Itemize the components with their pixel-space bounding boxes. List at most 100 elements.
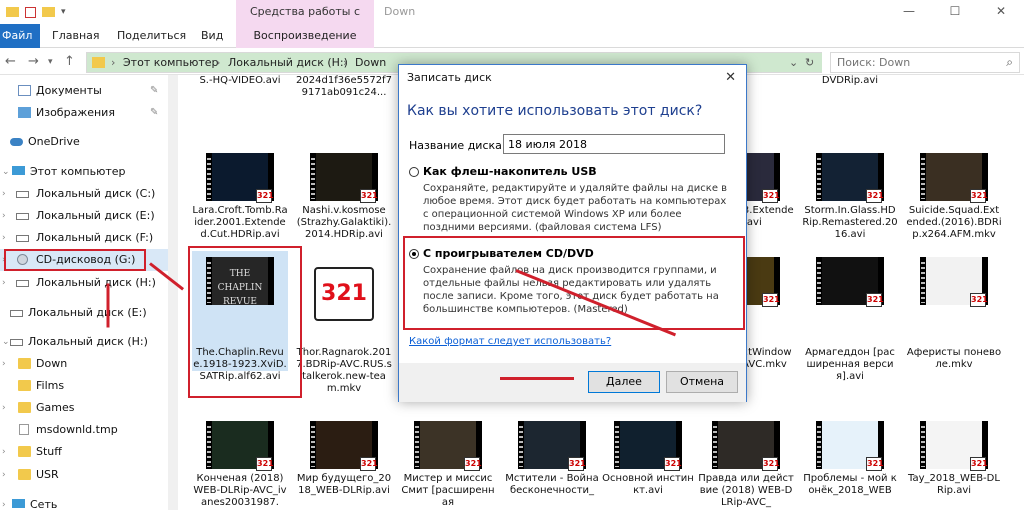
- sidebar-item-drive-e[interactable]: › Локальный диск (E:): [0, 205, 178, 227]
- close-icon[interactable]: ✕: [725, 65, 736, 91]
- pictures-icon: [18, 107, 31, 118]
- breadcrumb-computer[interactable]: Этот компьютер: [123, 56, 219, 69]
- folder-icon: [18, 446, 31, 457]
- file-tile[interactable]: 321 Конченая (2018) WEB-DLRip-AVC_ivanes…: [192, 421, 288, 510]
- context-group-label: Средства работы с видео: [236, 0, 374, 42]
- pin-icon[interactable]: ✎: [150, 80, 158, 102]
- up-arrow-icon[interactable]: ↑: [64, 54, 75, 69]
- media-player-badge-icon: 321: [762, 457, 780, 471]
- sidebar-item-this-pc[interactable]: ⌄ Этот компьютер: [0, 161, 178, 183]
- video-thumbnail: 321: [920, 257, 988, 307]
- title-bar: ▾ Средства работы с видео Down — ☐ ✕: [0, 0, 1024, 42]
- folder-icon: [18, 380, 31, 391]
- chevron-down-icon[interactable]: ▾: [61, 7, 66, 17]
- usb-option-radio[interactable]: [409, 167, 419, 177]
- window-title: Down: [384, 5, 416, 18]
- file-icon: [19, 424, 29, 435]
- sidebar-item-games[interactable]: › Games: [0, 397, 178, 419]
- chevron-down-icon[interactable]: ⌄: [2, 331, 10, 353]
- file-tile[interactable]: 321 Мстители - Война бесконечности_: [504, 421, 600, 510]
- annotation-arrow: [500, 377, 574, 380]
- forward-arrow-icon[interactable]: →: [28, 54, 39, 69]
- file-tile[interactable]: 321 Tay_2018_WEB-DLRip.avi: [906, 421, 1002, 510]
- chevron-right-icon[interactable]: ›: [2, 494, 6, 516]
- media-player-logo-icon: 321: [314, 267, 374, 321]
- sidebar-item-drive-f[interactable]: › Локальный диск (F:): [0, 227, 178, 249]
- chevron-down-icon[interactable]: ⌄: [2, 161, 10, 183]
- chevron-right-icon[interactable]: ›: [2, 183, 6, 205]
- sidebar-item-drive-e-2[interactable]: Локальный диск (E:): [0, 302, 178, 324]
- media-player-badge-icon: 321: [866, 293, 884, 307]
- file-tile[interactable]: 321 Thor.Ragnarok.2017.BDRip-AVC.RUS.sta…: [296, 251, 392, 394]
- chevron-right-icon[interactable]: ›: [2, 441, 6, 463]
- sidebar-item-network[interactable]: › Сеть: [0, 494, 178, 516]
- sidebar-item-onedrive[interactable]: OneDrive: [0, 131, 178, 153]
- sidebar-item-drive-h-2[interactable]: ⌄ Локальный диск (H:): [0, 331, 178, 353]
- disc-name-label: Название диска:: [409, 139, 506, 152]
- media-player-badge-icon: 321: [568, 457, 586, 471]
- file-tile[interactable]: 321 Проблемы - мой конёк_2018_WEB: [802, 421, 898, 510]
- sidebar-item-documents[interactable]: Документы ✎: [0, 80, 178, 102]
- media-player-badge-icon: 321: [866, 457, 884, 471]
- dialog-question: Как вы хотите использовать этот диск?: [407, 103, 703, 119]
- file-tile[interactable]: 321 Мир будущего_2018_WEB-DLRip.avi: [296, 421, 392, 510]
- media-player-badge-icon: 321: [970, 189, 988, 203]
- tab-home[interactable]: Главная: [52, 24, 100, 48]
- search-input[interactable]: [831, 53, 991, 72]
- search-icon[interactable]: ⌕: [1006, 55, 1013, 70]
- file-tile[interactable]: 321 Армагеддон [расширенная версия].avi: [802, 251, 898, 382]
- maximize-icon[interactable]: ☐: [932, 0, 978, 24]
- chevron-right-icon[interactable]: ›: [2, 227, 6, 249]
- close-icon[interactable]: ✕: [978, 0, 1024, 24]
- crumb-separator-icon: ›: [216, 56, 221, 69]
- sidebar-item-films[interactable]: Films: [0, 375, 178, 397]
- sidebar-item-usr[interactable]: › USR: [0, 464, 178, 486]
- usb-option-title[interactable]: Как флеш-накопитель USB: [423, 165, 597, 178]
- back-arrow-icon[interactable]: ←: [5, 54, 16, 69]
- file-tile[interactable]: DVDRip.avi: [802, 75, 898, 143]
- drive-icon: [10, 310, 23, 317]
- chevron-down-icon[interactable]: ⌄: [789, 56, 798, 69]
- pin-icon[interactable]: ✎: [150, 102, 158, 124]
- chevron-right-icon[interactable]: ›: [2, 397, 6, 419]
- media-player-badge-icon: 321: [970, 457, 988, 471]
- checkmark-icon[interactable]: [25, 6, 36, 18]
- video-thumbnail: 321: [816, 153, 884, 203]
- sidebar-item-pictures[interactable]: Изображения ✎: [0, 102, 178, 124]
- tab-share[interactable]: Поделиться: [117, 24, 186, 48]
- disc-name-input[interactable]: [503, 134, 725, 154]
- file-tile[interactable]: 321 Мистер и миссис Смит [расширенная: [400, 421, 496, 510]
- folder-icon[interactable]: [6, 7, 19, 17]
- video-thumbnail: 321: [206, 421, 274, 471]
- chevron-right-icon[interactable]: ›: [2, 205, 6, 227]
- minimize-icon[interactable]: —: [886, 0, 932, 24]
- next-button[interactable]: Далее: [588, 371, 660, 393]
- format-help-link[interactable]: Какой формат следует использовать?: [409, 336, 611, 347]
- cancel-button[interactable]: Отмена: [666, 371, 738, 393]
- breadcrumb-drive[interactable]: Локальный диск (H:): [228, 56, 348, 69]
- file-tile[interactable]: S.-HQ-VIDEO.avi: [192, 75, 288, 143]
- drive-icon: [10, 339, 23, 346]
- file-tile[interactable]: 321 Правда или действие (2018) WEB-DLRip…: [698, 421, 794, 510]
- media-player-badge-icon: 321: [360, 457, 378, 471]
- search-box[interactable]: ⌕: [830, 52, 1020, 73]
- file-tile[interactable]: 321 Основной инстинкт.avi: [600, 421, 696, 510]
- sidebar-item-stuff[interactable]: › Stuff: [0, 441, 178, 463]
- sidebar-item-drive-h[interactable]: › Локальный диск (H:): [0, 272, 178, 294]
- tab-file[interactable]: Файл: [0, 24, 40, 48]
- sidebar-scrollbar[interactable]: [168, 75, 178, 510]
- sidebar-item-drive-c[interactable]: › Локальный диск (C:): [0, 183, 178, 205]
- folder-icon[interactable]: [42, 7, 55, 17]
- breadcrumb-down[interactable]: Down: [355, 56, 386, 69]
- tab-playback[interactable]: Воспроизведение: [236, 24, 374, 48]
- chevron-right-icon[interactable]: ›: [2, 464, 6, 486]
- refresh-icon[interactable]: ↻: [805, 56, 814, 69]
- sidebar-item-msdownld[interactable]: msdownld.tmp: [0, 419, 178, 441]
- sidebar-item-down[interactable]: › Down: [0, 353, 178, 375]
- tab-view[interactable]: Вид: [201, 24, 223, 48]
- chevron-down-icon[interactable]: ▾: [48, 57, 53, 67]
- file-tile[interactable]: 321 Аферисты поневоле.mkv: [906, 251, 1002, 371]
- chevron-right-icon[interactable]: ›: [2, 272, 6, 294]
- chevron-right-icon[interactable]: ›: [2, 353, 6, 375]
- file-tile[interactable]: 2024d1f36e5572f79171ab091c24...: [296, 75, 392, 143]
